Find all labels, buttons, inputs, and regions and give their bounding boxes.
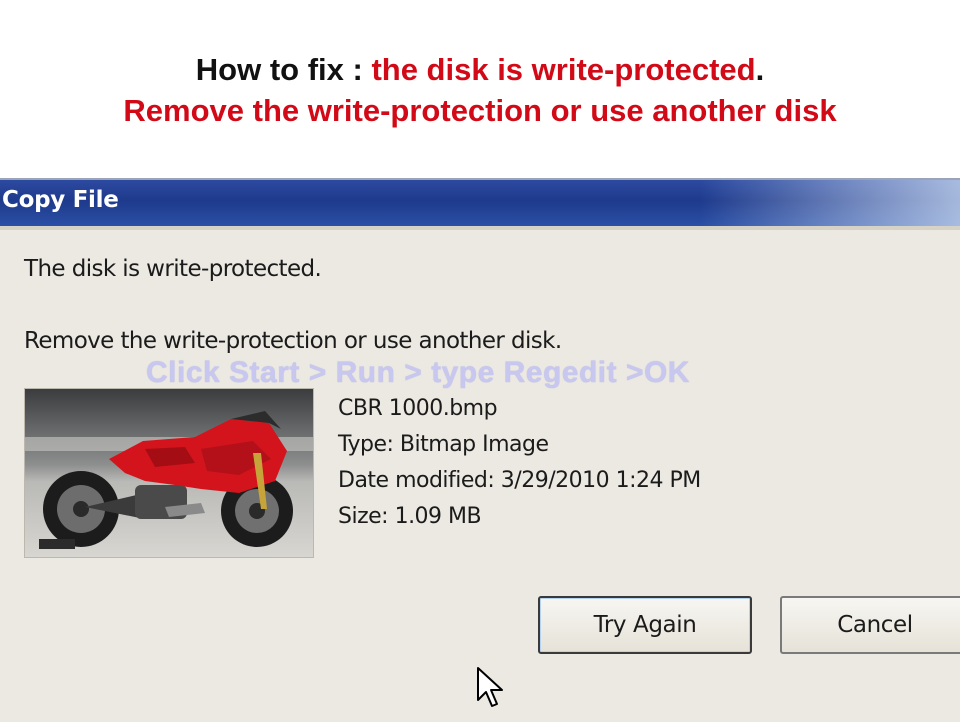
file-size: Size: 1.09 MB xyxy=(338,504,482,529)
motorcycle-thumbnail xyxy=(24,388,314,558)
file-type: Type: Bitmap Image xyxy=(338,432,549,457)
banner-line-2: Remove the write-protection or use anoth… xyxy=(123,93,837,128)
banner-period: . xyxy=(755,52,765,87)
motorcycle-image xyxy=(25,389,313,557)
titlebar-divider xyxy=(0,226,960,230)
copy-file-dialog: Copy File The disk is write-protected. R… xyxy=(0,178,960,722)
instruction-message: Remove the write-protection or use anoth… xyxy=(24,328,562,354)
file-details: CBR 1000.bmp Type: Bitmap Image Date mod… xyxy=(338,391,701,535)
mouse-pointer-icon xyxy=(477,667,503,707)
banner-prefix: How to fix : xyxy=(195,52,372,87)
dialog-titlebar[interactable]: Copy File xyxy=(0,180,960,226)
dialog-title: Copy File xyxy=(2,187,119,213)
file-date-modified: Date modified: 3/29/2010 1:24 PM xyxy=(338,468,701,493)
try-again-button[interactable]: Try Again xyxy=(538,596,752,654)
tutorial-banner: How to fix : the disk is write-protected… xyxy=(0,0,960,175)
error-message: The disk is write-protected. xyxy=(24,256,322,282)
banner-error-text: the disk is write-protected xyxy=(371,52,756,87)
cancel-button[interactable]: Cancel xyxy=(780,596,960,654)
tutorial-overlay-text: Click Start > Run > type Regedit >OK xyxy=(146,356,690,389)
file-name: CBR 1000.bmp xyxy=(338,396,498,421)
banner-line-1: How to fix : the disk is write-protected… xyxy=(0,50,960,90)
titlebar-gloss xyxy=(700,180,960,226)
